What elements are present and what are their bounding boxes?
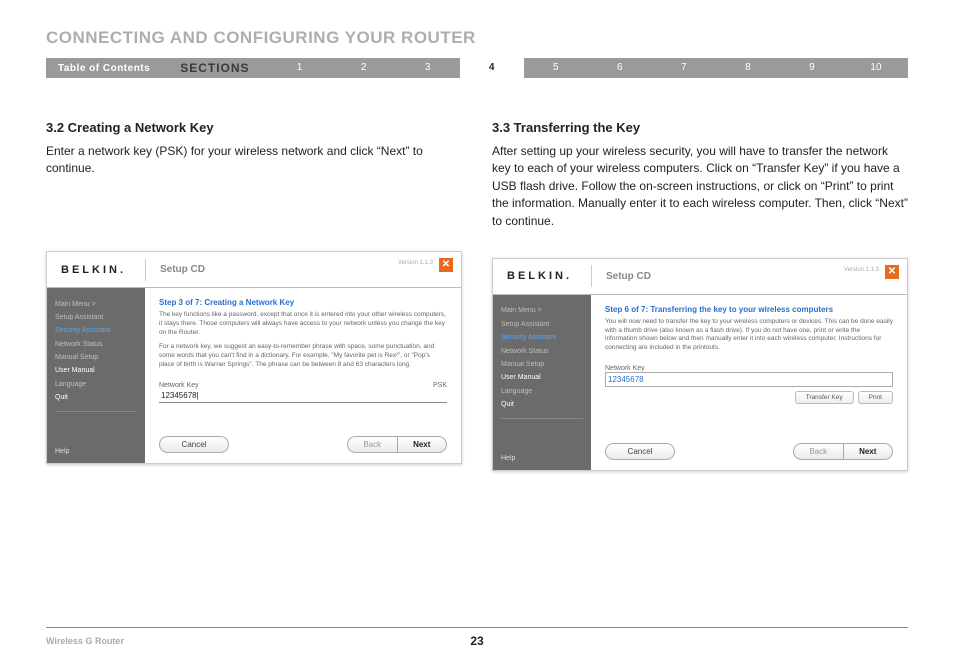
sidebar-divider	[55, 411, 137, 412]
sidebar-item-network-status[interactable]: Network Status	[501, 345, 583, 358]
step-title: Step 6 of 7: Transferring the key to you…	[605, 305, 893, 314]
screenshot-create-key: BELKIN. Setup CD Version 1.1.3 ✕ Main Me…	[46, 251, 462, 464]
sidebar-item-user-manual[interactable]: User Manual	[501, 372, 583, 385]
back-button[interactable]: Back	[794, 444, 844, 459]
step-description-1: The key functions like a password, excep…	[159, 311, 447, 337]
right-body: After setting up your wireless security,…	[492, 143, 908, 230]
sidebar-item-manual-setup[interactable]: Manual Setup	[501, 359, 583, 372]
cancel-button[interactable]: Cancel	[159, 436, 229, 453]
version-label: Version 1.1.3	[844, 267, 879, 273]
next-button[interactable]: Next	[844, 444, 893, 459]
sidebar-item-help[interactable]: Help	[55, 448, 69, 455]
sidebar-item-network-status[interactable]: Network Status	[55, 338, 137, 351]
next-button[interactable]: Next	[398, 437, 447, 452]
sidebar-item-user-manual[interactable]: User Manual	[55, 365, 137, 378]
nav-section-2[interactable]: 2	[332, 58, 396, 78]
cancel-button[interactable]: Cancel	[605, 443, 675, 460]
version-label: Version 1.1.3	[398, 260, 433, 266]
sidebar-item-setup-assistant[interactable]: Setup Assistant	[501, 318, 583, 331]
nav-section-3[interactable]: 3	[396, 58, 460, 78]
shot-sidebar: Main Menu > Setup Assistant Security Ass…	[493, 295, 591, 470]
nav-section-9[interactable]: 9	[780, 58, 844, 78]
page-footer: Wireless G Router 23	[46, 627, 908, 646]
nav-section-6[interactable]: 6	[588, 58, 652, 78]
close-icon[interactable]: ✕	[439, 258, 453, 272]
nav-toc-link[interactable]: Table of Contents	[46, 58, 162, 78]
sidebar-item-quit[interactable]: Quit	[501, 399, 583, 412]
shot-header: BELKIN. Setup CD Version 1.1.3 ✕	[47, 252, 461, 288]
network-key-type: PSK	[433, 382, 447, 389]
sidebar-item-help[interactable]: Help	[501, 455, 515, 462]
setup-cd-label: Setup CD	[145, 259, 205, 281]
nav-section-7[interactable]: 7	[652, 58, 716, 78]
nav-sections-label: SECTIONS	[162, 58, 267, 78]
network-key-label: Network Key	[605, 365, 893, 372]
nav-bar: Table of Contents SECTIONS 1 2 3 4 5 6 7…	[46, 58, 908, 78]
footer-page-number: 23	[470, 634, 483, 648]
shot-header: BELKIN. Setup CD Version 1.1.3 ✕	[493, 259, 907, 295]
sidebar-item-manual-setup[interactable]: Manual Setup	[55, 352, 137, 365]
sidebar-item-security-assistant[interactable]: Security Assistant	[55, 325, 137, 338]
nav-section-8[interactable]: 8	[716, 58, 780, 78]
belkin-logo: BELKIN.	[493, 270, 591, 282]
column-right: 3.3 Transferring the Key After setting u…	[492, 120, 908, 471]
print-button[interactable]: Print	[858, 391, 893, 404]
step-title: Step 3 of 7: Creating a Network Key	[159, 298, 447, 307]
back-next-group: Back Next	[347, 436, 447, 453]
close-icon[interactable]: ✕	[885, 265, 899, 279]
sidebar-item-setup-assistant[interactable]: Setup Assistant	[55, 311, 137, 324]
shot-main-panel: Step 3 of 7: Creating a Network Key The …	[145, 288, 461, 463]
shot-main-panel: Step 6 of 7: Transferring the key to you…	[591, 295, 907, 470]
sidebar-item-language[interactable]: Language	[501, 385, 583, 398]
sidebar-item-security-assistant[interactable]: Security Assistant	[501, 332, 583, 345]
nav-section-4[interactable]: 4	[460, 58, 524, 78]
nav-sections: 1 2 3 4 5 6 7 8 9 10	[268, 58, 908, 78]
nav-section-5[interactable]: 5	[524, 58, 588, 78]
sidebar-item-main-menu[interactable]: Main Menu >	[55, 298, 137, 311]
shot-sidebar: Main Menu > Setup Assistant Security Ass…	[47, 288, 145, 463]
page-title: CONNECTING AND CONFIGURING YOUR ROUTER	[46, 28, 908, 48]
setup-cd-label: Setup CD	[591, 265, 651, 287]
belkin-logo: BELKIN.	[47, 264, 145, 276]
screenshot-transfer-key: BELKIN. Setup CD Version 1.1.3 ✕ Main Me…	[492, 258, 908, 471]
network-key-input[interactable]	[159, 389, 447, 403]
back-next-group: Back Next	[793, 443, 893, 460]
footer-product-name: Wireless G Router	[46, 636, 124, 646]
network-key-label: Network Key	[159, 382, 433, 389]
sidebar-item-quit[interactable]: Quit	[55, 392, 137, 405]
sidebar-item-language[interactable]: Language	[55, 378, 137, 391]
back-button[interactable]: Back	[348, 437, 398, 452]
column-left: 3.2 Creating a Network Key Enter a netwo…	[46, 120, 462, 471]
right-heading: 3.3 Transferring the Key	[492, 120, 908, 135]
nav-section-10[interactable]: 10	[844, 58, 908, 78]
step-description: You will now need to transfer the key to…	[605, 318, 893, 353]
sidebar-item-main-menu[interactable]: Main Menu >	[501, 305, 583, 318]
nav-section-1[interactable]: 1	[268, 58, 332, 78]
left-heading: 3.2 Creating a Network Key	[46, 120, 462, 135]
transfer-key-button[interactable]: Transfer Key	[795, 391, 854, 404]
sidebar-divider	[501, 418, 583, 419]
step-description-2: For a network key, we suggest an easy-to…	[159, 343, 447, 369]
network-key-input[interactable]	[605, 372, 893, 387]
left-body: Enter a network key (PSK) for your wirel…	[46, 143, 462, 223]
